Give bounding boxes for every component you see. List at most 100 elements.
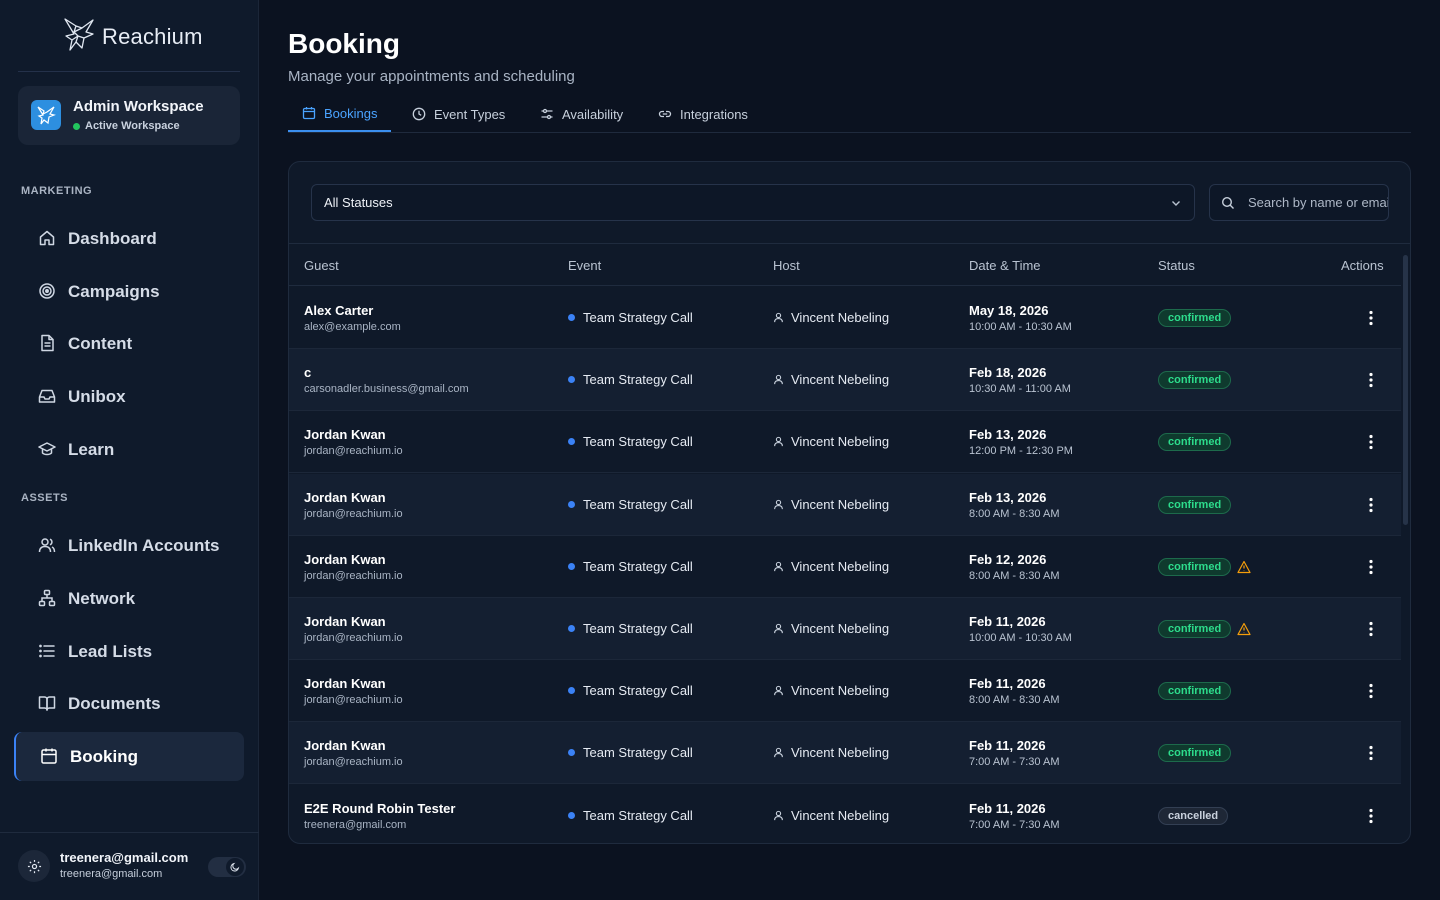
- status-badge: cancelled: [1158, 807, 1229, 825]
- event-cell: Team Strategy Call: [568, 745, 693, 760]
- booking-time: 8:00 AM - 8:30 AM: [969, 570, 1060, 582]
- theme-knob: [226, 858, 244, 876]
- guest-name: Jordan Kwan: [304, 490, 386, 505]
- booking-date: Feb 11, 2026: [969, 801, 1046, 816]
- status-badge: confirmed: [1158, 744, 1232, 762]
- host-name: Vincent Nebeling: [791, 372, 890, 387]
- tab-event-types[interactable]: Event Types: [398, 96, 519, 132]
- section-label-assets: ASSETS: [21, 492, 69, 504]
- guest-email: treenera@gmail.com: [304, 819, 407, 831]
- guest-email: jordan@reachium.io: [304, 632, 403, 644]
- table-row[interactable]: Jordan Kwan jordan@reachium.io Team Strate…: [289, 536, 1401, 598]
- table-row[interactable]: Jordan Kwan jordan@reachium.io Team Strate…: [289, 660, 1401, 722]
- event-color-dot-icon: [568, 812, 575, 819]
- search-input[interactable]: [1248, 185, 1388, 220]
- table-row[interactable]: Jordan Kwan jordan@reachium.io Team Strate…: [289, 598, 1401, 660]
- guest-email: carsonadler.business@gmail.com: [304, 383, 469, 395]
- event-name: Team Strategy Call: [583, 310, 693, 325]
- warning-icon[interactable]: [1237, 560, 1251, 574]
- event-name: Team Strategy Call: [583, 372, 693, 387]
- tab-integrations[interactable]: Integrations: [644, 96, 762, 132]
- table-row[interactable]: Jordan Kwan jordan@reachium.io Team Strate…: [289, 722, 1401, 784]
- workspace-logo-icon: [31, 100, 61, 130]
- booking-date: Feb 18, 2026: [969, 365, 1047, 380]
- row-actions-button[interactable]: [1361, 308, 1381, 328]
- workspace-switcher[interactable]: Admin Workspace Active Workspace: [18, 86, 240, 145]
- booking-date: Feb 12, 2026: [969, 552, 1047, 567]
- host-name: Vincent Nebeling: [791, 434, 890, 449]
- host-cell: Vincent Nebeling: [773, 372, 889, 387]
- tab-label: Bookings: [324, 105, 378, 121]
- more-vertical-icon: [1369, 372, 1373, 388]
- booking-time: 10:30 AM - 11:00 AM: [969, 383, 1071, 395]
- warning-icon[interactable]: [1237, 622, 1251, 636]
- row-actions-button[interactable]: [1361, 432, 1381, 452]
- host-name: Vincent Nebeling: [791, 683, 890, 698]
- brand-logo[interactable]: Reachium: [62, 16, 203, 58]
- event-color-dot-icon: [568, 314, 575, 321]
- table-row[interactable]: Alex Carter alex@example.com Team Strategy…: [289, 287, 1401, 349]
- workspace-status: Active Workspace: [73, 120, 180, 132]
- row-actions-button[interactable]: [1361, 806, 1381, 826]
- sliders-icon: [541, 108, 553, 120]
- network-icon: [38, 589, 56, 607]
- sidebar-item-label: Content: [68, 333, 133, 353]
- document-icon: [41, 334, 54, 352]
- user-icon: [774, 747, 783, 758]
- table-row[interactable]: Jordan Kwan jordan@reachium.io Team Strate…: [289, 411, 1401, 473]
- more-vertical-icon: [1369, 434, 1373, 450]
- tab-label: Integrations: [680, 106, 748, 122]
- theme-toggle[interactable]: [208, 857, 246, 877]
- table-row[interactable]: Jordan Kwan jordan@reachium.io Team Strate…: [289, 474, 1401, 536]
- sidebar-item-learn[interactable]: Learn: [14, 425, 244, 474]
- row-actions-button[interactable]: [1361, 370, 1381, 390]
- booking-time: 10:00 AM - 10:30 AM: [969, 632, 1072, 644]
- settings-button[interactable]: [18, 850, 50, 882]
- status-filter-select[interactable]: All Statuses: [311, 184, 1195, 221]
- sidebar-item-documents[interactable]: Documents: [14, 679, 244, 728]
- row-actions-button[interactable]: [1361, 495, 1381, 515]
- sidebar-item-content[interactable]: Content: [14, 319, 244, 368]
- workspace-status-label: Active Workspace: [85, 120, 180, 132]
- sidebar-item-booking[interactable]: Booking: [14, 732, 244, 781]
- row-actions-button[interactable]: [1361, 743, 1381, 763]
- guest-name: Jordan Kwan: [304, 552, 386, 567]
- inbox-icon: [38, 389, 56, 403]
- row-actions-button[interactable]: [1361, 681, 1381, 701]
- event-cell: Team Strategy Call: [568, 372, 693, 387]
- status-badge: confirmed: [1158, 558, 1232, 576]
- guest-email: jordan@reachium.io: [304, 694, 403, 706]
- column-header-status: Status: [1158, 258, 1195, 273]
- sidebar-item-dashboard[interactable]: Dashboard: [14, 214, 244, 263]
- booking-date: Feb 11, 2026: [969, 738, 1046, 753]
- event-color-dot-icon: [568, 501, 575, 508]
- tab-availability[interactable]: Availability: [526, 96, 637, 132]
- guest-name: Jordan Kwan: [304, 738, 386, 753]
- row-actions-button[interactable]: [1361, 619, 1381, 639]
- divider: [0, 832, 259, 833]
- booking-date: Feb 13, 2026: [969, 427, 1047, 442]
- sidebar-item-label: Network: [68, 588, 136, 608]
- event-cell: Team Strategy Call: [568, 310, 693, 325]
- table-row[interactable]: E2E Round Robin Tester treenera@gmail.com…: [289, 785, 1401, 843]
- table-row[interactable]: c carsonadler.business@gmail.com Team Stra…: [289, 349, 1401, 411]
- sidebar-item-unibox[interactable]: Unibox: [14, 372, 244, 421]
- sidebar-item-linkedin-accounts[interactable]: LinkedIn Accounts: [14, 521, 244, 570]
- search-field[interactable]: [1209, 184, 1389, 221]
- booking-time: 7:00 AM - 7:30 AM: [969, 756, 1060, 768]
- host-cell: Vincent Nebeling: [773, 683, 889, 698]
- target-icon: [39, 283, 55, 299]
- row-actions-button[interactable]: [1361, 557, 1381, 577]
- host-cell: Vincent Nebeling: [773, 745, 889, 760]
- bookings-panel: All Statuses Guest Event Host Date & Tim…: [288, 161, 1411, 844]
- sidebar-item-campaigns[interactable]: Campaigns: [14, 267, 244, 316]
- scrollbar-thumb[interactable]: [1403, 255, 1408, 525]
- tab-label: Availability: [562, 106, 624, 122]
- divider: [18, 71, 240, 72]
- tab-bar: Bookings Event Types Availability Integr…: [288, 96, 1411, 133]
- guest-email: jordan@reachium.io: [304, 756, 403, 768]
- sidebar-item-network[interactable]: Network: [14, 574, 244, 623]
- host-cell: Vincent Nebeling: [773, 497, 889, 512]
- tab-bookings[interactable]: Bookings: [288, 96, 392, 132]
- sidebar-item-lead-lists[interactable]: Lead Lists: [14, 627, 244, 676]
